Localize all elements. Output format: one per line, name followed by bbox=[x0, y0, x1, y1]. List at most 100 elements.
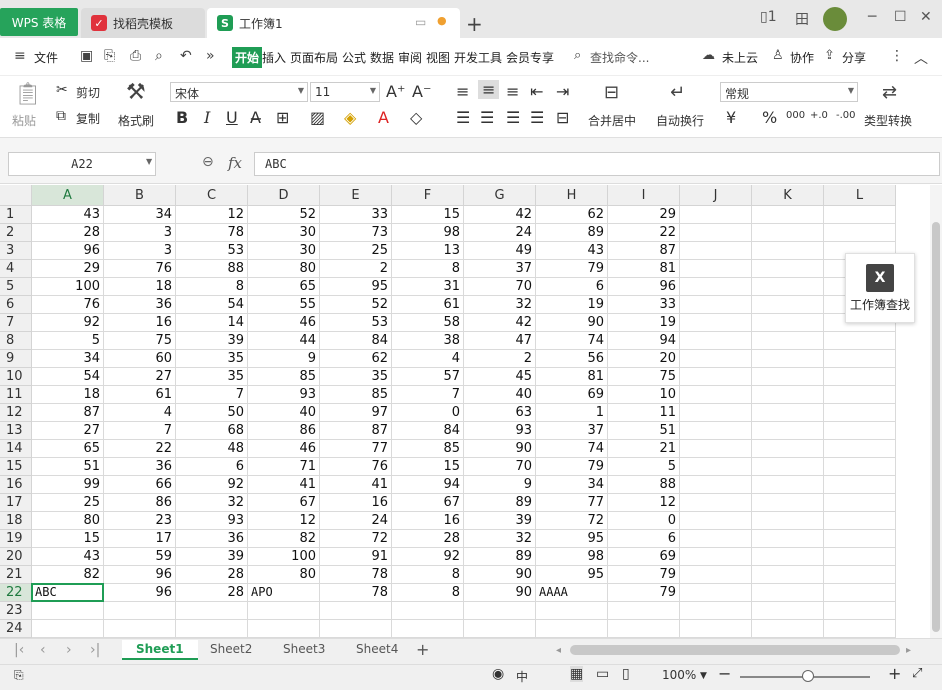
cell-a19[interactable]: 15 bbox=[32, 530, 104, 548]
cell-c14[interactable]: 48 bbox=[176, 440, 248, 458]
cell-b15[interactable]: 36 bbox=[104, 458, 176, 476]
cell-a2[interactable]: 28 bbox=[32, 224, 104, 242]
type-convert-button[interactable]: 类型转换 bbox=[864, 112, 912, 129]
wrap-text-icon[interactable]: ↵ bbox=[670, 82, 685, 103]
cell-b11[interactable]: 61 bbox=[104, 386, 176, 404]
cell-l22[interactable] bbox=[824, 584, 896, 602]
cell-k17[interactable] bbox=[752, 494, 824, 512]
cell-j18[interactable] bbox=[680, 512, 752, 530]
cell-a5[interactable]: 100 bbox=[32, 278, 104, 296]
cell-g2[interactable]: 24 bbox=[464, 224, 536, 242]
tab-template[interactable]: ✓ 找稻壳模板 bbox=[81, 8, 205, 38]
cell-d11[interactable]: 93 bbox=[248, 386, 320, 404]
cell-c19[interactable]: 36 bbox=[176, 530, 248, 548]
column-header-h[interactable]: H bbox=[536, 185, 608, 206]
cell-h16[interactable]: 34 bbox=[536, 476, 608, 494]
cell-e8[interactable]: 84 bbox=[320, 332, 392, 350]
cell-i19[interactable]: 6 bbox=[608, 530, 680, 548]
cell-j6[interactable] bbox=[680, 296, 752, 314]
cell-i11[interactable]: 10 bbox=[608, 386, 680, 404]
cell-i3[interactable]: 87 bbox=[608, 242, 680, 260]
menu-insert[interactable]: 插入 bbox=[262, 49, 286, 66]
cell-c11[interactable]: 7 bbox=[176, 386, 248, 404]
cell-e19[interactable]: 72 bbox=[320, 530, 392, 548]
cell-i6[interactable]: 33 bbox=[608, 296, 680, 314]
cell-i5[interactable]: 96 bbox=[608, 278, 680, 296]
cell-b24[interactable] bbox=[104, 620, 176, 638]
cell-g13[interactable]: 93 bbox=[464, 422, 536, 440]
cell-h6[interactable]: 19 bbox=[536, 296, 608, 314]
cell-e12[interactable]: 97 bbox=[320, 404, 392, 422]
fill-color-icon[interactable]: ◈ bbox=[344, 108, 356, 127]
align-bottom-icon[interactable]: ≡ bbox=[506, 82, 519, 101]
prev-sheet-icon[interactable]: ‹ bbox=[40, 642, 46, 658]
cell-l23[interactable] bbox=[824, 602, 896, 620]
sheet-tab-4[interactable]: Sheet4 bbox=[356, 642, 398, 656]
cell-d17[interactable]: 67 bbox=[248, 494, 320, 512]
cell-l16[interactable] bbox=[824, 476, 896, 494]
horizontal-scroll-thumb[interactable] bbox=[570, 645, 900, 655]
cell-f8[interactable]: 38 bbox=[392, 332, 464, 350]
cell-i9[interactable]: 20 bbox=[608, 350, 680, 368]
font-color-icon[interactable]: A bbox=[378, 108, 389, 127]
align-top-icon[interactable]: ≡ bbox=[456, 82, 469, 101]
cell-g7[interactable]: 42 bbox=[464, 314, 536, 332]
new-tab-button[interactable]: + bbox=[466, 12, 483, 36]
cell-l13[interactable] bbox=[824, 422, 896, 440]
cell-i13[interactable]: 51 bbox=[608, 422, 680, 440]
cell-h11[interactable]: 69 bbox=[536, 386, 608, 404]
column-header-i[interactable]: I bbox=[608, 185, 680, 206]
currency-button[interactable]: ¥ bbox=[726, 108, 736, 127]
align-right-icon[interactable]: ☰ bbox=[506, 108, 520, 127]
cell-e18[interactable]: 24 bbox=[320, 512, 392, 530]
cell-h13[interactable]: 37 bbox=[536, 422, 608, 440]
cell-d4[interactable]: 80 bbox=[248, 260, 320, 278]
cell-a7[interactable]: 92 bbox=[32, 314, 104, 332]
menu-member[interactable]: 会员专享 bbox=[506, 49, 554, 66]
column-header-b[interactable]: B bbox=[104, 185, 176, 206]
cell-a1[interactable]: 43 bbox=[32, 206, 104, 224]
cell-l20[interactable] bbox=[824, 548, 896, 566]
more-chevron-icon[interactable]: » bbox=[206, 48, 215, 64]
cell-h21[interactable]: 95 bbox=[536, 566, 608, 584]
copy-button[interactable]: 复制 bbox=[76, 110, 100, 127]
cell-e7[interactable]: 53 bbox=[320, 314, 392, 332]
cell-k13[interactable] bbox=[752, 422, 824, 440]
paste-button[interactable]: 粘贴 bbox=[12, 112, 36, 129]
maximize-button[interactable]: ☐ bbox=[894, 9, 907, 25]
row-header-16[interactable]: 16 bbox=[0, 476, 32, 494]
menu-formula[interactable]: 公式 bbox=[342, 49, 366, 66]
cell-a17[interactable]: 25 bbox=[32, 494, 104, 512]
cell-d1[interactable]: 52 bbox=[248, 206, 320, 224]
cell-c9[interactable]: 35 bbox=[176, 350, 248, 368]
cell-d12[interactable]: 40 bbox=[248, 404, 320, 422]
cell-a15[interactable]: 51 bbox=[32, 458, 104, 476]
cell-h9[interactable]: 56 bbox=[536, 350, 608, 368]
cell-f5[interactable]: 31 bbox=[392, 278, 464, 296]
cell-b16[interactable]: 66 bbox=[104, 476, 176, 494]
cell-g19[interactable]: 32 bbox=[464, 530, 536, 548]
cell-e11[interactable]: 85 bbox=[320, 386, 392, 404]
cell-d18[interactable]: 12 bbox=[248, 512, 320, 530]
cell-b4[interactable]: 76 bbox=[104, 260, 176, 278]
cell-j19[interactable] bbox=[680, 530, 752, 548]
cell-k21[interactable] bbox=[752, 566, 824, 584]
cell-f13[interactable]: 84 bbox=[392, 422, 464, 440]
cell-h20[interactable]: 98 bbox=[536, 548, 608, 566]
cell-c3[interactable]: 53 bbox=[176, 242, 248, 260]
row-header-5[interactable]: 5 bbox=[0, 278, 32, 296]
cell-i12[interactable]: 11 bbox=[608, 404, 680, 422]
cell-c18[interactable]: 93 bbox=[176, 512, 248, 530]
chevron-down-icon[interactable]: ▼ bbox=[700, 671, 707, 681]
cell-b22[interactable]: 96 bbox=[104, 584, 176, 602]
cell-b8[interactable]: 75 bbox=[104, 332, 176, 350]
cell-a18[interactable]: 80 bbox=[32, 512, 104, 530]
cell-g23[interactable] bbox=[464, 602, 536, 620]
cell-h4[interactable]: 79 bbox=[536, 260, 608, 278]
minimize-button[interactable]: ─ bbox=[868, 9, 876, 25]
cell-l9[interactable] bbox=[824, 350, 896, 368]
more-icon[interactable]: ⋮ bbox=[890, 48, 904, 64]
align-middle-icon[interactable]: ≡ bbox=[478, 80, 500, 99]
cell-c4[interactable]: 88 bbox=[176, 260, 248, 278]
row-header-7[interactable]: 7 bbox=[0, 314, 32, 332]
